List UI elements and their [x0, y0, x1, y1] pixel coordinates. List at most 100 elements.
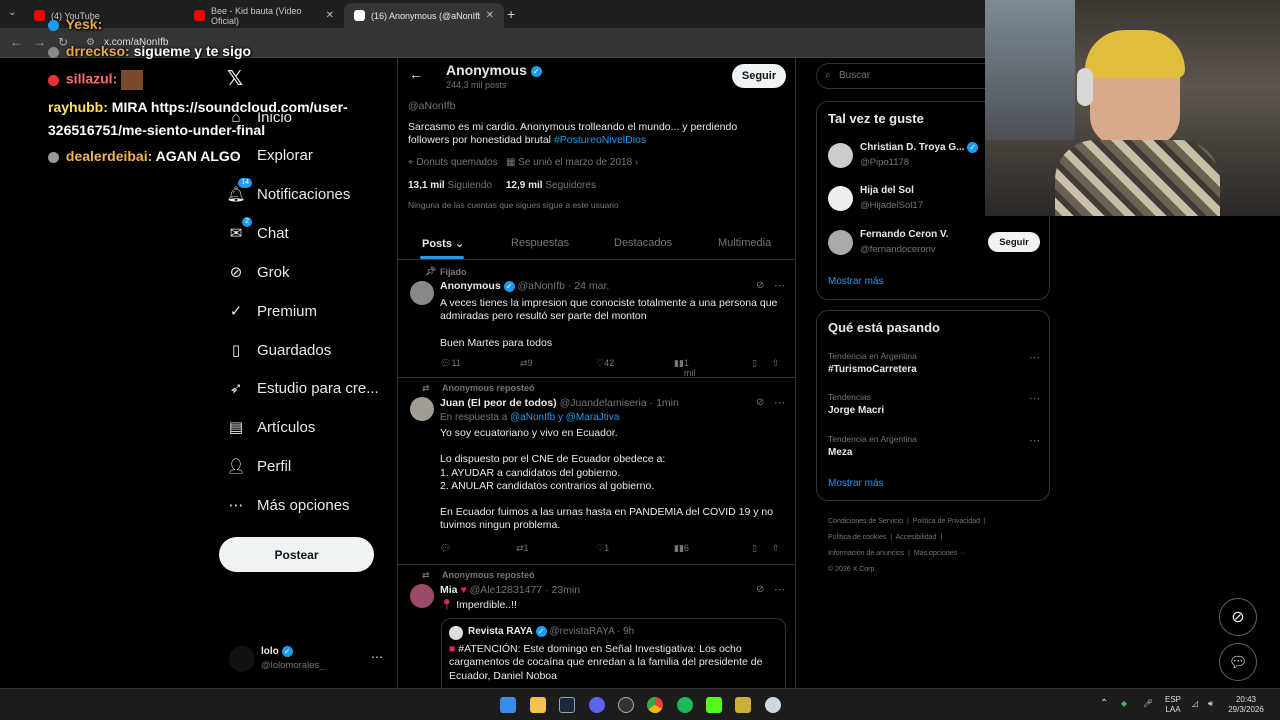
nav-item-bookmarks[interactable]: ▯ Guardados	[227, 341, 331, 360]
tray-chevron-icon[interactable]: ⌃	[1100, 699, 1108, 709]
follow-button[interactable]: Seguir	[988, 232, 1040, 252]
nav-item-grok[interactable]: ⊘ Grok	[227, 263, 290, 282]
share-icon[interactable]: ⇧	[772, 358, 780, 369]
repost-button[interactable]: ⇄ 1	[516, 543, 529, 554]
trend-item[interactable]: Tendencia en Argentina Meza ⋯	[828, 434, 1040, 458]
like-button[interactable]: ♡ 42	[596, 358, 614, 369]
close-icon[interactable]: ✕	[486, 10, 494, 21]
bookmark-icon[interactable]: ▯	[752, 358, 757, 369]
nav-item-premium[interactable]: ✓ Premium	[227, 302, 317, 321]
reply-to-link[interactable]: @aNonIfb y @MaraJtiva	[510, 412, 619, 423]
author-handle[interactable]: @Ale12831477	[470, 584, 543, 596]
profile-joined[interactable]: Se unió el marzo de 2018	[518, 157, 632, 168]
footer-link[interactable]: Accesibilidad	[896, 534, 937, 541]
more-icon[interactable]: ⋯	[774, 396, 785, 409]
obs-icon[interactable]	[618, 697, 634, 713]
followers-label[interactable]: Seguidores	[545, 180, 596, 191]
tab-media[interactable]: Multimedia	[718, 237, 771, 249]
app-icon[interactable]	[735, 697, 751, 713]
footer-link[interactable]: Condiciones de Servicio	[828, 518, 903, 525]
show-more-link[interactable]: Mostrar más	[828, 276, 884, 287]
views-button[interactable]: ▮▮ 1 mil	[674, 358, 695, 378]
kick-icon[interactable]	[706, 697, 722, 713]
footer-link[interactable]: Política de Privacidad	[913, 518, 980, 525]
tweet-repost-quote[interactable]: ⇄ Anonymous reposteó Mia ♥ @Ale12831477 …	[398, 565, 795, 688]
account-switcher[interactable]: lolo ✓ @lolomorales_ ⋯	[229, 646, 397, 674]
avatar[interactable]	[410, 397, 434, 421]
avatar[interactable]	[410, 584, 434, 608]
tab-replies[interactable]: Respuestas	[511, 237, 569, 249]
followers-count[interactable]: 12,9 mil	[506, 180, 543, 191]
author-handle[interactable]: @Juandelamiseria	[560, 397, 647, 409]
views-button[interactable]: ▮▮ 6	[674, 543, 689, 554]
x-logo-icon[interactable]: 𝕏	[227, 66, 243, 91]
nav-item-creator-studio[interactable]: ➶ Estudio para cre...	[227, 379, 379, 398]
spotify-icon[interactable]	[677, 697, 693, 713]
volume-icon[interactable]: 🔊︎	[1208, 699, 1213, 709]
footer-link[interactable]: Política de cookies	[828, 534, 886, 541]
author-name[interactable]: Mia	[440, 584, 458, 596]
more-icon[interactable]: ⋯	[1029, 351, 1040, 364]
suggestion-item[interactable]: Fernando Ceron V. @fernandoceronv Seguir	[828, 228, 1040, 258]
network-icon[interactable]: ◿	[1192, 699, 1198, 709]
author-handle[interactable]: @aNonIfb	[518, 280, 565, 292]
clock[interactable]: 20:43 29/3/2026	[1224, 695, 1268, 715]
author-name[interactable]: Anonymous	[440, 280, 501, 292]
nav-item-more[interactable]: ⋯ Más opciones	[227, 496, 350, 515]
like-button[interactable]: ♡ 1	[596, 543, 609, 554]
repost-button[interactable]: ⇄ 9	[520, 358, 533, 369]
tab-list-icon[interactable]: ⌄	[8, 7, 16, 18]
more-icon[interactable]: ⋯	[1029, 434, 1040, 447]
tab-highlights[interactable]: Destacados	[614, 237, 672, 249]
defender-icon[interactable]: ◆	[1121, 699, 1127, 709]
more-icon[interactable]: ⋯	[371, 650, 383, 664]
more-icon[interactable]: ⋯	[774, 583, 785, 596]
tweet-time[interactable]: · 24 mar.	[568, 280, 609, 292]
nav-item-articles[interactable]: ▤ Artículos	[227, 418, 315, 437]
footer-link[interactable]: Más opciones ···	[914, 550, 966, 557]
following-count[interactable]: 13,1 mil	[408, 180, 445, 191]
following-label[interactable]: Siguiendo	[447, 180, 491, 191]
file-explorer-icon[interactable]	[530, 697, 546, 713]
grok-icon[interactable]: ⊘	[756, 397, 764, 408]
tweet-repost[interactable]: ⇄ Anonymous reposteó Juan (El peor de to…	[398, 378, 795, 565]
bookmark-icon[interactable]: ▯	[752, 543, 757, 554]
back-arrow-icon[interactable]: ←	[409, 66, 423, 82]
new-tab-icon[interactable]: +	[507, 6, 515, 22]
more-icon[interactable]: ⋯	[774, 279, 785, 292]
back-icon[interactable]: ←	[10, 35, 22, 49]
discord-icon[interactable]	[589, 697, 605, 713]
author-name[interactable]: Juan (El peor de todos)	[440, 397, 557, 409]
reply-button[interactable]: 💬︎	[440, 543, 451, 554]
ccleaner-icon[interactable]	[765, 697, 781, 713]
nav-item-chat[interactable]: ✉ 2 Chat	[227, 217, 289, 242]
close-icon[interactable]: ✕	[326, 10, 334, 21]
post-button[interactable]: Postear	[219, 537, 374, 572]
chat-fab[interactable]: 💬︎	[1219, 643, 1257, 681]
avatar[interactable]	[410, 281, 434, 305]
quoted-tweet[interactable]: Revista RAYA ✓ @revistaRAYA · 9h ■ #ATEN…	[441, 618, 786, 688]
reply-button[interactable]: 💬︎ 11	[440, 358, 461, 369]
follow-button[interactable]: Seguir	[732, 64, 786, 88]
tweet-time[interactable]: · 23min	[545, 584, 580, 596]
forward-icon[interactable]: →	[34, 35, 46, 49]
tab-posts[interactable]: Posts ⌄	[422, 237, 464, 250]
nav-item-notifications[interactable]: 🔔︎ 14 Notificaciones	[226, 178, 350, 203]
grok-fab[interactable]: ⊘	[1219, 598, 1257, 636]
tweet-time[interactable]: · 1min	[650, 397, 679, 409]
trend-item[interactable]: Tendencia en Argentina #TurismoCarretera…	[828, 351, 1040, 375]
windows-start-icon[interactable]	[500, 697, 516, 713]
chrome-icon[interactable]	[647, 697, 663, 713]
show-more-link[interactable]: Mostrar más	[828, 478, 884, 489]
more-icon[interactable]: ⋯	[1029, 392, 1040, 405]
share-icon[interactable]: ⇧	[772, 543, 780, 554]
footer-link[interactable]: Información de anuncios	[828, 550, 904, 557]
microphone-icon[interactable]: 🎤︎	[1143, 699, 1153, 709]
bio-hashtag-link[interactable]: #PostureoNivelDios	[554, 134, 646, 146]
grok-icon[interactable]: ⊘	[756, 584, 764, 595]
nav-item-profile[interactable]: 👤︎ Perfil	[226, 457, 291, 476]
steam-icon[interactable]	[559, 697, 575, 713]
tweet-pinned[interactable]: 📌︎ Fijado Anonymous ✓ @aNonIfb · 24 mar.…	[398, 261, 795, 378]
language-indicator[interactable]: ESP LAA	[1162, 695, 1184, 715]
trend-item[interactable]: Tendencias Jorge Macri ⋯	[828, 392, 1040, 416]
